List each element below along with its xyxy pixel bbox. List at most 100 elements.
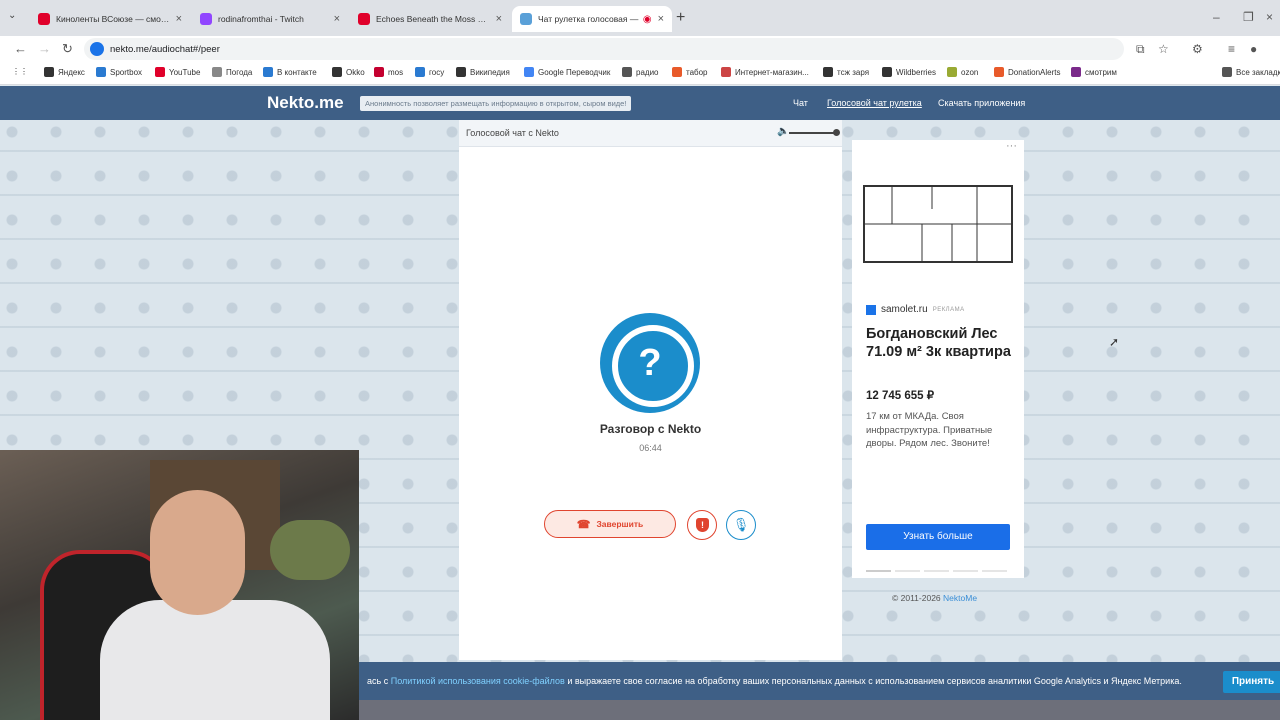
- bookmark-icon: [374, 67, 384, 77]
- youtube-icon: [358, 13, 370, 25]
- bookmark-label: Яндекс: [58, 67, 85, 77]
- back-icon[interactable]: ←: [14, 41, 27, 56]
- bookmark-item[interactable]: Все закладки: [1222, 67, 1280, 77]
- nav-chat-link[interactable]: Чат: [793, 98, 808, 108]
- bookmark-item[interactable]: Яндекс: [44, 67, 85, 77]
- bookmark-label: В контакте: [277, 67, 317, 77]
- volume-slider[interactable]: [789, 132, 835, 134]
- copyright: © 2011-2026 NektoMe: [892, 593, 977, 603]
- ad-menu-icon[interactable]: ···: [1006, 140, 1017, 152]
- cast-icon[interactable]: ⧉: [1136, 42, 1145, 57]
- tab-title: rodinafromthai - Twitch: [218, 14, 304, 24]
- floor-plan-image: [863, 185, 1013, 263]
- bookmark-label: Интернет-магазин...: [735, 67, 809, 77]
- youtube-icon: [38, 13, 50, 25]
- bookmark-icon: [524, 67, 534, 77]
- end-call-label: Завершить: [596, 519, 644, 529]
- twitch-icon: [200, 13, 212, 25]
- bookmark-item[interactable]: Wildberries: [882, 67, 936, 77]
- maximize-icon[interactable]: ❐: [1243, 10, 1254, 24]
- window-close-icon[interactable]: ×: [1266, 10, 1273, 24]
- extensions-icon[interactable]: ⚙: [1192, 42, 1203, 56]
- tab-list-icon[interactable]: ⌄: [8, 10, 16, 21]
- bookmark-label: Википедия: [470, 67, 510, 77]
- bookmark-item[interactable]: DonationAlerts: [994, 67, 1060, 77]
- close-icon[interactable]: ×: [334, 13, 340, 25]
- shield-alert-icon: !: [696, 518, 709, 532]
- bookmark-label: Погода: [226, 67, 253, 77]
- bookmark-item[interactable]: госу: [415, 67, 444, 77]
- nav-voice-chat-link[interactable]: Голосовой чат рулетка: [827, 98, 922, 108]
- tab-title: Чат рулетка голосовая —: [538, 14, 639, 24]
- close-icon[interactable]: ×: [176, 13, 182, 25]
- close-icon[interactable]: ×: [658, 13, 664, 25]
- bookmark-item[interactable]: Sportbox: [96, 67, 142, 77]
- bookmark-item[interactable]: В контакте: [263, 67, 317, 77]
- bookmark-item[interactable]: YouTube: [155, 67, 200, 77]
- browser-tab[interactable]: Echoes Beneath the Moss Orga ×: [350, 6, 510, 32]
- report-button[interactable]: !: [687, 510, 717, 540]
- bookmark-label: Google Переводчик: [538, 67, 611, 77]
- site-info-icon[interactable]: [90, 42, 104, 56]
- volume-slider-knob[interactable]: [833, 129, 840, 136]
- profile-icon[interactable]: ●: [1250, 42, 1257, 56]
- bookmark-icon: [994, 67, 1004, 77]
- bookmark-icon: [263, 67, 273, 77]
- browser-tab[interactable]: rodinafromthai - Twitch ×: [192, 6, 348, 32]
- bookmark-item[interactable]: Google Переводчик: [524, 67, 610, 77]
- site-tagline: Анонимность позволяет размещать информац…: [360, 96, 632, 111]
- nav-download-apps-link[interactable]: Скачать приложения: [938, 98, 1025, 108]
- call-timer: 06:44: [639, 443, 662, 453]
- browser-tab-active[interactable]: Чат рулетка голосовая — ◉ ×: [512, 6, 672, 32]
- cookie-prefix: ась с: [367, 676, 389, 686]
- bookmark-label: mos: [388, 67, 404, 77]
- bookmark-item[interactable]: табор: [672, 67, 708, 77]
- bookmark-item[interactable]: смотрим: [1071, 67, 1117, 77]
- microphone-button[interactable]: 🎙: [726, 510, 756, 540]
- bookmark-item[interactable]: mos: [374, 67, 403, 77]
- forward-icon[interactable]: →: [38, 41, 51, 56]
- bookmark-label: Wildberries: [896, 67, 937, 77]
- bookmark-item[interactable]: тсж заря: [823, 67, 869, 77]
- bookmark-item[interactable]: Okko: [332, 67, 365, 77]
- browser-tab[interactable]: Киноленты ВСоюзе — смотре ×: [30, 6, 190, 32]
- bookmark-label: YouTube: [169, 67, 201, 77]
- minimize-icon[interactable]: –: [1213, 10, 1220, 24]
- peer-avatar: ?: [600, 313, 700, 413]
- microphone-icon: 🎙: [732, 517, 750, 532]
- cookie-policy-link[interactable]: Политикой использования cookie-файлов: [391, 676, 565, 686]
- close-icon[interactable]: ×: [496, 13, 502, 25]
- tab-title: Киноленты ВСоюзе — смотре: [56, 14, 170, 24]
- bookmark-item[interactable]: ozon: [947, 67, 978, 77]
- ad-learn-more-button[interactable]: Узнать больше: [866, 524, 1010, 550]
- nektome-link[interactable]: NektoMe: [943, 593, 977, 603]
- bookmark-label: ozon: [961, 67, 979, 77]
- apps-icon[interactable]: ⋮⋮: [12, 67, 28, 76]
- advertisement[interactable]: ··· samolet.ru РЕКЛАМА Богдановский Лес …: [852, 140, 1024, 578]
- ad-domain[interactable]: samolet.ru РЕКЛАМА: [866, 304, 965, 315]
- url-text[interactable]: nekto.me/audiochat#/peer: [110, 44, 220, 55]
- volume-icon[interactable]: 🔈: [777, 126, 789, 137]
- media-controls-icon[interactable]: ≡: [1228, 42, 1235, 56]
- bookmark-label: радио: [636, 67, 659, 77]
- cookie-accept-button[interactable]: Принять: [1223, 671, 1280, 693]
- bookmark-item[interactable]: Интернет-магазин...: [721, 67, 809, 77]
- bookmark-icon: [96, 67, 106, 77]
- bookmark-item[interactable]: Погода: [212, 67, 252, 77]
- site-logo[interactable]: Nekto.me: [267, 93, 344, 113]
- chat-header-title: Голосовой чат с Nekto: [466, 128, 559, 138]
- bookmark-item[interactable]: радио: [622, 67, 658, 77]
- bookmark-star-icon[interactable]: ☆: [1158, 42, 1169, 56]
- bookmark-icon: [415, 67, 425, 77]
- recording-icon: ◉: [642, 13, 652, 25]
- end-call-button[interactable]: ☎ Завершить: [544, 510, 676, 538]
- bookmark-item[interactable]: Википедия: [456, 67, 510, 77]
- reload-icon[interactable]: ↻: [62, 41, 73, 57]
- ad-title[interactable]: Богдановский Лес 71.09 м² 3к квартира: [866, 325, 1016, 361]
- site-header: Nekto.me Анонимность позволяет размещать…: [0, 86, 1280, 120]
- bookmark-icon: [456, 67, 466, 77]
- mouse-cursor-icon: ➚: [1109, 335, 1120, 349]
- new-tab-button[interactable]: +: [676, 9, 685, 27]
- ad-label: РЕКЛАМА: [932, 306, 965, 313]
- address-bar[interactable]: nekto.me/audiochat#/peer: [84, 38, 1124, 60]
